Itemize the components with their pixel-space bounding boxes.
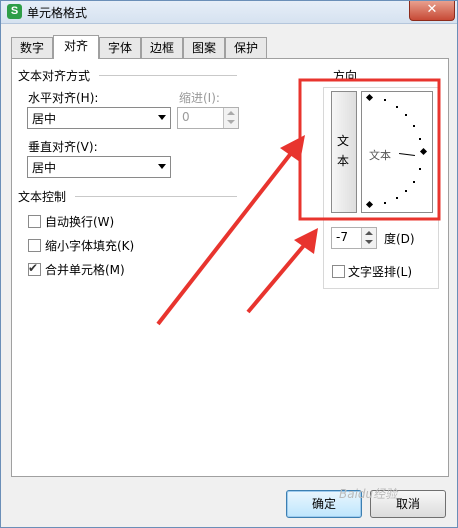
spin-down-icon [365,240,373,244]
spin-up-icon [365,231,373,235]
dialog-title: 单元格格式 [27,6,88,20]
tab-protection[interactable]: 保护 [225,37,267,58]
wrap-text-label[interactable]: 自动换行(W) [45,213,114,230]
close-icon: ✕ [426,2,438,17]
dial-tick [419,138,421,140]
indent-spinner[interactable]: 0 [177,107,239,129]
vertical-stack-checkbox[interactable] [332,265,345,278]
wps-spreadsheet-icon: S [7,4,22,19]
orientation-dial[interactable]: 文本 [361,91,433,213]
dial-tick [413,125,415,127]
tab-font[interactable]: 字体 [99,37,141,58]
spin-down-icon [227,120,235,124]
degrees-label: 度(D) [384,232,415,246]
degrees-spinner[interactable]: -7 [331,227,377,249]
horizontal-align-value: 居中 [32,112,57,126]
text-control-group-label: 文本控制 [18,190,67,204]
dial-marker-top[interactable] [365,93,374,102]
tab-number[interactable]: 数字 [11,37,53,58]
vertical-align-value: 居中 [32,161,57,175]
tab-border[interactable]: 边框 [141,37,183,58]
indent-spin-buttons[interactable] [223,108,238,128]
title-bar[interactable]: S 单元格格式 ✕ [1,1,457,24]
format-cells-dialog: S 单元格格式 ✕ 数字 对齐 字体 边框 图案 保护 文本对齐方式 水平对齐(… [0,0,458,528]
shrink-to-fit-label[interactable]: 缩小字体填充(K) [45,237,134,254]
chevron-down-icon [158,164,166,169]
text-alignment-group-label: 文本对齐方式 [18,69,91,83]
close-button[interactable]: ✕ [409,1,455,21]
group-divider [75,196,237,197]
vertical-align-select[interactable]: 居中 [27,156,171,178]
checkmark-icon: ✔ [28,261,39,275]
indent-label: 缩进(I): [179,91,220,105]
chevron-down-icon [158,115,166,120]
indent-value: 0 [182,110,190,124]
dial-tick [384,99,386,101]
tab-alignment[interactable]: 对齐 [53,35,99,59]
dial-tick [405,190,407,192]
vertical-text-button[interactable]: 文 本 [331,91,357,213]
orientation-group-label: 方向 [331,67,360,84]
degrees-value: -7 [336,230,348,244]
dial-tick [396,106,398,108]
dial-tick [384,202,386,204]
degrees-spin-buttons[interactable] [361,228,376,248]
group-divider [99,75,237,76]
tab-patterns[interactable]: 图案 [183,37,225,58]
dial-marker-middle[interactable] [419,147,428,156]
watermark: Baidu经验 [339,487,398,501]
shrink-to-fit-checkbox[interactable] [28,239,41,252]
vertical-text-char: 本 [337,154,350,168]
dial-tick [405,114,407,116]
vertical-text-char: 文 [337,134,350,148]
wrap-text-checkbox[interactable] [28,215,41,228]
dial-tick [419,168,421,170]
dial-marker-bottom[interactable] [365,200,374,209]
dial-text-sample: 文本 [369,149,391,162]
merge-cells-checkbox[interactable]: ✔ [28,261,41,276]
vertical-stack-label[interactable]: 文字竖排(L) [348,263,412,280]
horizontal-align-select[interactable]: 居中 [27,107,171,129]
dial-tick [396,197,398,199]
dial-pointer[interactable] [398,153,416,156]
merge-cells-label[interactable]: 合并单元格(M) [45,261,125,278]
spin-up-icon [227,111,235,115]
dial-tick [413,181,415,183]
horizontal-align-label: 水平对齐(H): [28,91,99,105]
vertical-align-label: 垂直对齐(V): [28,140,98,154]
